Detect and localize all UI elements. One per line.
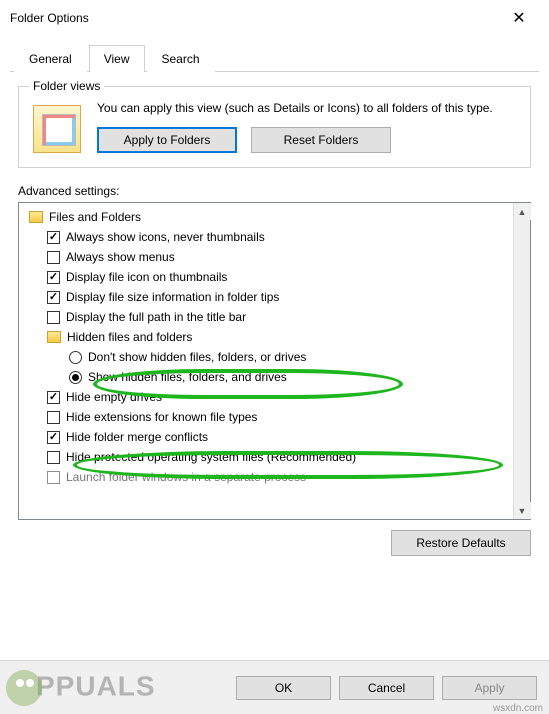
restore-defaults-button[interactable]: Restore Defaults bbox=[391, 530, 531, 556]
tab-general[interactable]: General bbox=[14, 45, 87, 72]
apply-to-folders-button[interactable]: Apply to Folders bbox=[97, 127, 237, 153]
checkbox-icon[interactable] bbox=[47, 451, 60, 464]
folder-icon bbox=[29, 211, 43, 223]
apply-button[interactable]: Apply bbox=[442, 676, 537, 700]
folder-preview-icon bbox=[33, 105, 81, 153]
tree-radio-item[interactable]: Don't show hidden files, folders, or dri… bbox=[25, 347, 513, 367]
window-title: Folder Options bbox=[10, 11, 89, 25]
titlebar: Folder Options ✕ bbox=[0, 0, 549, 34]
scroll-down-icon[interactable]: ▼ bbox=[514, 502, 531, 519]
close-button[interactable]: ✕ bbox=[499, 5, 539, 31]
folder-icon bbox=[47, 331, 61, 343]
checkbox-icon[interactable] bbox=[47, 251, 60, 264]
cancel-button[interactable]: Cancel bbox=[339, 676, 434, 700]
tree-item[interactable]: Hide protected operating system files (R… bbox=[25, 447, 513, 467]
tree-item[interactable]: Always show icons, never thumbnails bbox=[25, 227, 513, 247]
checkbox-icon[interactable] bbox=[47, 471, 60, 484]
tab-view[interactable]: View bbox=[89, 45, 145, 72]
source-watermark: wsxdn.com bbox=[493, 703, 543, 714]
mascot-icon bbox=[6, 670, 42, 706]
watermark-logo: PPUALS bbox=[6, 670, 156, 706]
tree-item[interactable]: Always show menus bbox=[25, 247, 513, 267]
folder-views-description: You can apply this view (such as Details… bbox=[97, 101, 520, 117]
checkbox-icon[interactable] bbox=[47, 231, 60, 244]
tree-item[interactable]: Display file icon on thumbnails bbox=[25, 267, 513, 287]
advanced-settings-tree[interactable]: Files and Folders Always show icons, nev… bbox=[18, 202, 531, 520]
checkbox-icon[interactable] bbox=[47, 271, 60, 284]
checkbox-icon[interactable] bbox=[47, 411, 60, 424]
tree-item-cutoff[interactable]: Launch folder windows in a separate proc… bbox=[25, 467, 513, 487]
scrollbar[interactable]: ▲ ▼ bbox=[513, 203, 530, 519]
tree-item[interactable]: Display the full path in the title bar bbox=[25, 307, 513, 327]
radio-icon[interactable] bbox=[69, 371, 82, 384]
checkbox-icon[interactable] bbox=[47, 391, 60, 404]
ok-button[interactable]: OK bbox=[236, 676, 331, 700]
tab-content: Folder views You can apply this view (su… bbox=[0, 72, 549, 564]
tree-item[interactable]: Hide empty drives bbox=[25, 387, 513, 407]
folder-views-legend: Folder views bbox=[29, 79, 104, 93]
tree-radio-item[interactable]: Show hidden files, folders, and drives bbox=[25, 367, 513, 387]
tree-item[interactable]: Hide extensions for known file types bbox=[25, 407, 513, 427]
tree-item[interactable]: Hide folder merge conflicts bbox=[25, 427, 513, 447]
tab-search[interactable]: Search bbox=[147, 45, 215, 72]
checkbox-icon[interactable] bbox=[47, 291, 60, 304]
checkbox-icon[interactable] bbox=[47, 431, 60, 444]
scroll-up-icon[interactable]: ▲ bbox=[514, 203, 531, 220]
tree-subgroup: Hidden files and folders bbox=[25, 327, 513, 347]
folder-views-group: Folder views You can apply this view (su… bbox=[18, 86, 531, 168]
tab-strip: General View Search bbox=[10, 44, 539, 72]
radio-icon[interactable] bbox=[69, 351, 82, 364]
advanced-settings-label: Advanced settings: bbox=[18, 184, 531, 198]
tree-root: Files and Folders bbox=[25, 207, 513, 227]
tree-item[interactable]: Display file size information in folder … bbox=[25, 287, 513, 307]
checkbox-icon[interactable] bbox=[47, 311, 60, 324]
reset-folders-button[interactable]: Reset Folders bbox=[251, 127, 391, 153]
